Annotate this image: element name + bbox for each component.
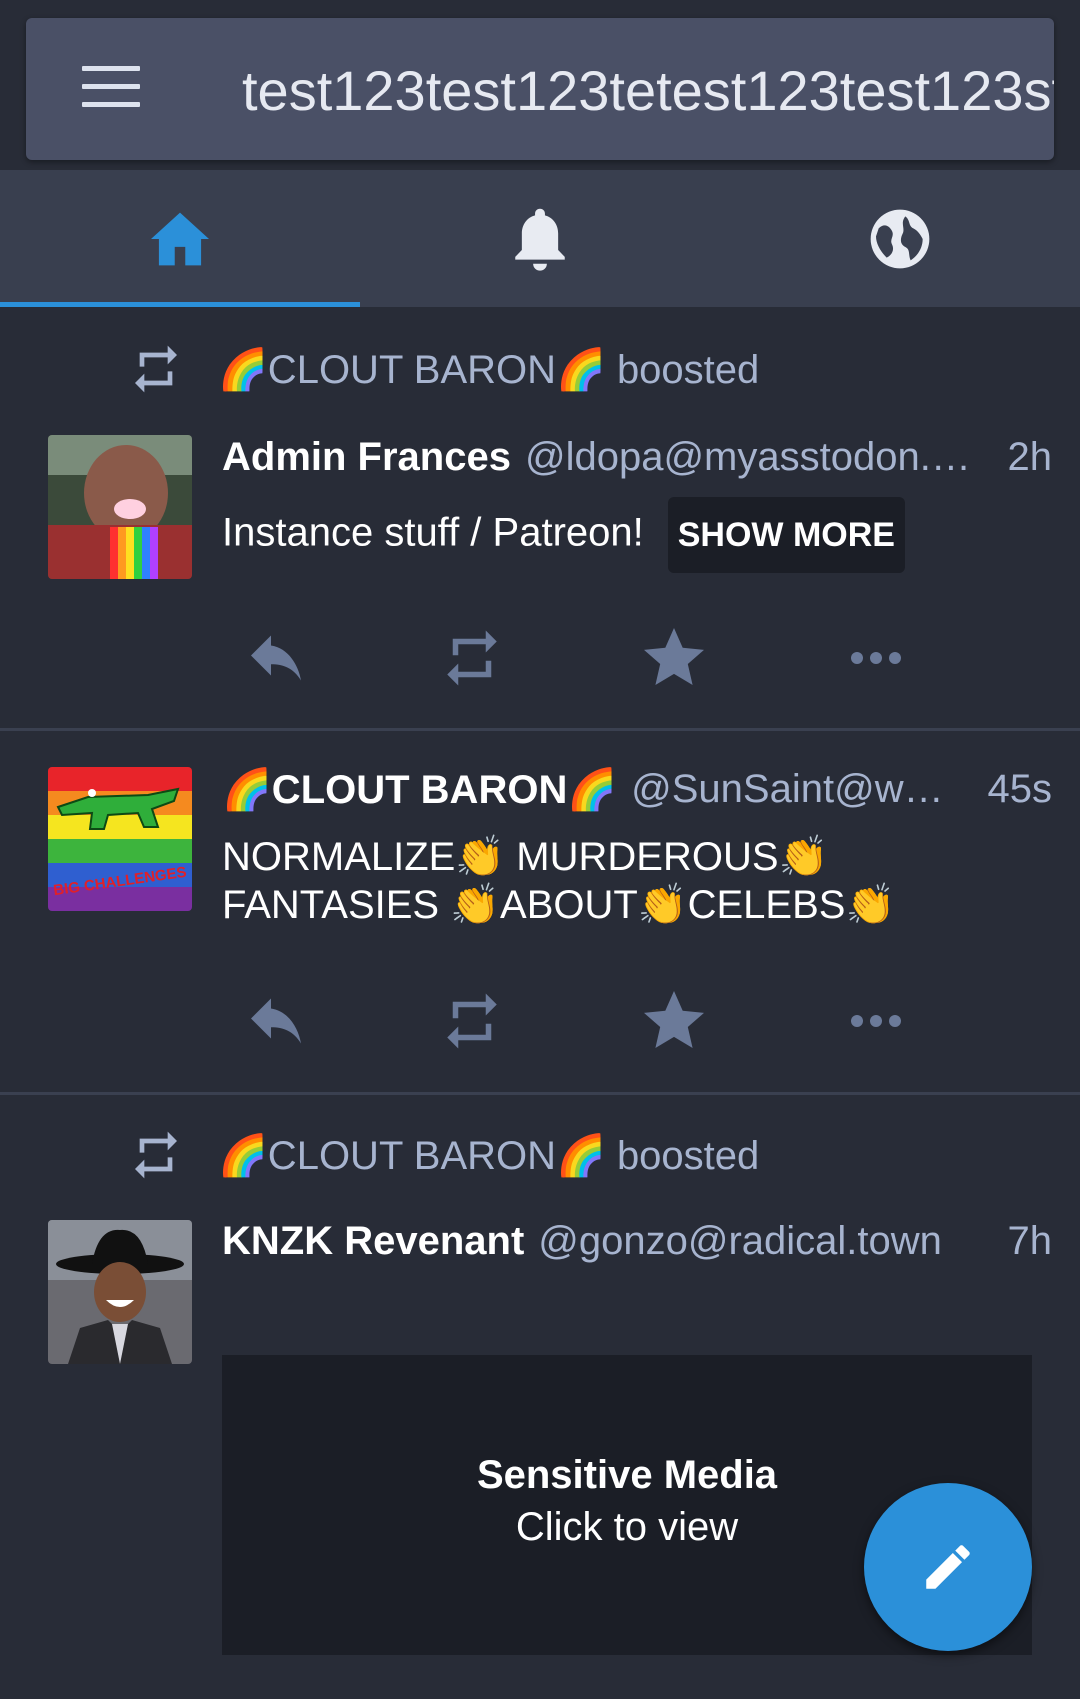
pencil-icon xyxy=(926,1545,970,1589)
status-header: 🌈CLOUT BARON🌈 @SunSaint@w… 45s xyxy=(222,761,1052,817)
menu-icon-line xyxy=(82,102,140,107)
status-actions xyxy=(236,618,936,698)
status-actions xyxy=(236,981,936,1061)
star-icon xyxy=(644,628,704,685)
timestamp[interactable]: 7h xyxy=(1008,1219,1053,1264)
globe-icon xyxy=(870,209,930,268)
booster-name[interactable]: 🌈CLOUT BARON🌈 xyxy=(218,348,606,392)
tab-home[interactable] xyxy=(0,170,360,307)
tab-notifications[interactable] xyxy=(360,170,720,307)
favourite-button[interactable] xyxy=(634,981,714,1061)
avatar[interactable] xyxy=(48,1220,192,1364)
app-bar: test123test123tetest123test123st xyxy=(26,18,1054,160)
avatar[interactable]: BIG CHALLENGES xyxy=(48,767,192,911)
tab-bar xyxy=(0,170,1080,307)
account-handle[interactable]: @SunSaint@w… xyxy=(631,767,975,812)
reply-icon xyxy=(251,998,301,1044)
avatar-image xyxy=(48,1220,192,1364)
avatar[interactable] xyxy=(48,435,192,579)
timestamp[interactable]: 45s xyxy=(988,767,1053,812)
timestamp[interactable]: 2h xyxy=(1008,435,1053,480)
avatar-image xyxy=(48,435,192,579)
status-item[interactable]: 🌈CLOUT BARON🌈 boosted Admin Frances @ldo… xyxy=(0,307,1080,731)
reply-icon xyxy=(251,635,301,681)
content-warning-text: Instance stuff / Patreon! xyxy=(222,510,644,555)
bell-icon xyxy=(515,208,565,271)
boost-icon xyxy=(447,630,497,686)
boost-label: boosted xyxy=(616,347,760,392)
status-content: NORMALIZE👏 MURDEROUS👏FANTASIES 👏ABOUT👏CE… xyxy=(222,835,896,927)
app-title: test123test123tetest123test123st xyxy=(242,59,1054,122)
menu-icon-line xyxy=(82,66,140,71)
reply-button[interactable] xyxy=(236,618,316,698)
status-item[interactable]: BIG CHALLENGES 🌈CLOUT BARON🌈 @SunSaint@w… xyxy=(0,731,1080,1095)
show-more-button[interactable]: SHOW MORE xyxy=(667,497,905,573)
status-header: KNZK Revenant @gonzo@radical.town 7h xyxy=(222,1213,1052,1269)
compose-button[interactable] xyxy=(864,1483,1032,1651)
status-content: Instance stuff / Patreon! SHOW MORE xyxy=(222,497,1040,573)
boost-indicator: 🌈CLOUT BARON🌈 boosted xyxy=(128,1125,759,1185)
account-handle[interactable]: @ldopa@myasstodon.… xyxy=(525,435,996,480)
boost-icon xyxy=(135,1131,177,1179)
boost-icon xyxy=(135,345,177,393)
account-handle[interactable]: @gonzo@radical.town xyxy=(538,1219,995,1264)
more-button[interactable] xyxy=(836,618,916,698)
status-header: Admin Frances @ldopa@myasstodon.… 2h xyxy=(222,429,1052,485)
menu-icon-line xyxy=(82,84,140,89)
boost-button[interactable] xyxy=(432,618,512,698)
favourite-button[interactable] xyxy=(634,618,714,698)
display-name[interactable]: KNZK Revenant xyxy=(222,1219,524,1264)
timeline: 🌈CLOUT BARON🌈 boosted Admin Frances @ldo… xyxy=(0,307,1080,1695)
boost-label: boosted xyxy=(616,1133,760,1178)
display-name[interactable]: Admin Frances xyxy=(222,435,511,480)
tab-federated[interactable] xyxy=(720,170,1080,307)
more-button[interactable] xyxy=(836,981,916,1061)
booster-name[interactable]: 🌈CLOUT BARON🌈 xyxy=(218,1134,606,1178)
boost-icon xyxy=(447,993,497,1049)
more-icon xyxy=(851,1015,901,1027)
more-icon xyxy=(851,652,901,664)
star-icon xyxy=(644,991,704,1048)
boost-button[interactable] xyxy=(432,981,512,1061)
display-name[interactable]: 🌈CLOUT BARON🌈 xyxy=(222,766,617,813)
menu-button[interactable] xyxy=(82,66,192,112)
home-icon xyxy=(151,212,209,265)
reply-button[interactable] xyxy=(236,981,316,1061)
boost-indicator: 🌈CLOUT BARON🌈 boosted xyxy=(128,339,759,399)
